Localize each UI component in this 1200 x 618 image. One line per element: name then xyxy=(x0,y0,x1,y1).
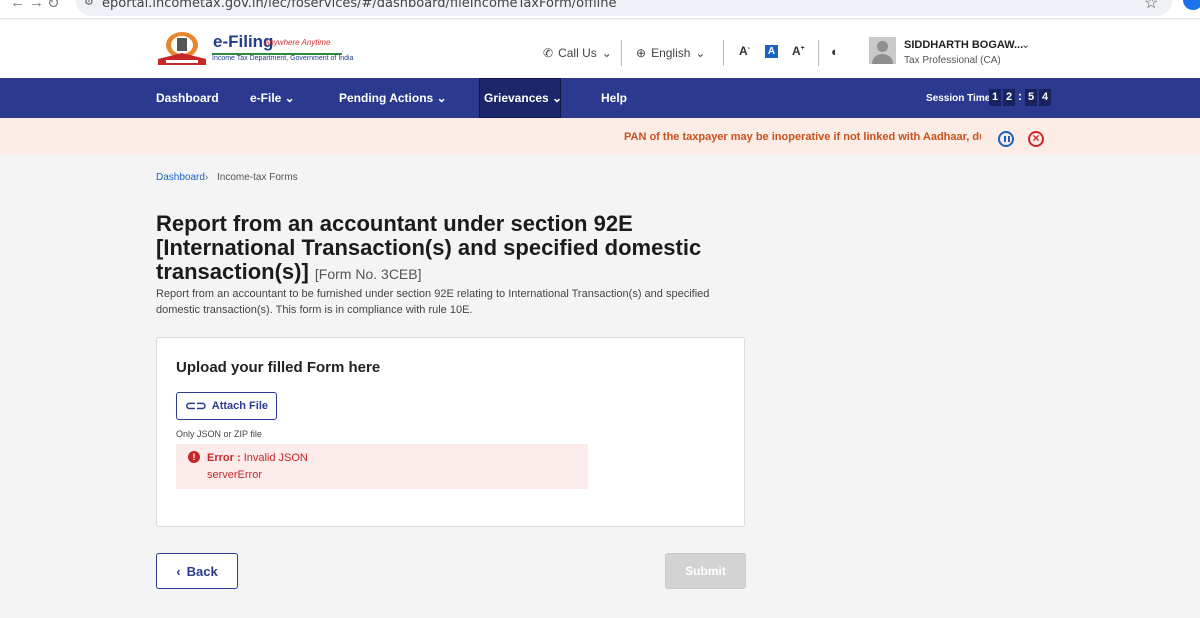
reload-icon[interactable]: ↻ xyxy=(47,0,60,12)
logo-subtitle: Income Tax Department, Government of Ind… xyxy=(212,55,354,62)
breadcrumb-current: Income-tax Forms xyxy=(217,172,298,183)
language-label: English xyxy=(651,46,691,60)
page-title-text: Report from an accountant under section … xyxy=(156,211,702,284)
paperclip-icon: ⊂⊃ xyxy=(184,398,207,413)
header-divider xyxy=(621,40,622,66)
user-role: Tax Professional (CA) xyxy=(904,55,1001,66)
url-text[interactable]: eportal.incometax.gov.in/iec/foservices/… xyxy=(102,0,617,11)
browser-toolbar: ← → ↻ ⚙ eportal.incometax.gov.in/iec/fos… xyxy=(0,0,1200,19)
call-us-button[interactable]: ✆ Call Us ⌄ xyxy=(543,46,612,60)
nav-pending-actions[interactable]: Pending Actions ⌄ xyxy=(339,91,447,105)
back-button[interactable]: ‹ Back xyxy=(156,553,238,589)
back-arrow-icon[interactable]: ← xyxy=(10,0,25,11)
page-title: Report from an accountant under section … xyxy=(156,212,756,286)
chevron-down-icon: ⌄ xyxy=(695,46,706,60)
header-divider xyxy=(818,40,819,66)
globe-icon: ⊕ xyxy=(636,46,647,60)
upload-title: Upload your filled Form here xyxy=(176,359,381,376)
nav-dashboard[interactable]: Dashboard xyxy=(156,91,219,105)
emblem-logo-icon[interactable] xyxy=(156,31,208,67)
submit-button[interactable]: Submit xyxy=(665,553,746,589)
close-icon[interactable]: × xyxy=(1028,131,1044,147)
header-divider xyxy=(723,40,724,66)
contrast-toggle-icon[interactable]: ◐ xyxy=(831,44,839,59)
chevron-right-icon: › xyxy=(205,172,209,183)
site-header: e-Filing Anywhere Anytime Income Tax Dep… xyxy=(0,20,1200,78)
avatar[interactable] xyxy=(869,37,896,64)
error-message: Error : Invalid JSON xyxy=(207,452,308,464)
nav-grievances[interactable]: Grievances ⌄ xyxy=(484,91,562,105)
browser-profile-icon[interactable] xyxy=(1183,0,1200,10)
font-decrease-button[interactable]: A- xyxy=(739,44,750,58)
nav-e-file[interactable]: e-File ⌄ xyxy=(250,91,295,105)
breadcrumb-dashboard[interactable]: Dashboard xyxy=(156,172,205,183)
nav-help[interactable]: Help xyxy=(601,91,627,105)
phone-icon: ✆ xyxy=(543,46,554,60)
notice-text[interactable]: PAN of the taxpayer may be inoperative i… xyxy=(624,131,981,143)
font-default-button[interactable]: A xyxy=(765,45,778,58)
language-selector[interactable]: ⊕ English ⌄ xyxy=(636,46,705,60)
pause-icon[interactable] xyxy=(998,131,1014,147)
attach-file-label: Attach File xyxy=(211,400,269,412)
notice-banner: PAN of the taxpayer may be inoperative i… xyxy=(0,118,1200,155)
call-us-label: Call Us xyxy=(558,46,597,60)
chevron-left-icon: ‹ xyxy=(176,563,181,579)
session-digit: 4 xyxy=(1039,89,1051,106)
user-menu-chevron-icon[interactable]: ⌄ xyxy=(1021,38,1030,51)
session-digit: 2 xyxy=(1003,89,1015,106)
session-time-label: Session Time xyxy=(926,93,991,104)
session-digit: 1 xyxy=(989,89,1001,106)
forward-arrow-icon[interactable]: → xyxy=(29,0,44,11)
error-icon: ! xyxy=(188,451,200,463)
error-detail: serverError xyxy=(207,469,263,481)
font-increase-button[interactable]: A+ xyxy=(792,44,805,58)
user-name[interactable]: SIDDHARTH BOGAW... xyxy=(904,39,1023,51)
error-message-box xyxy=(176,444,588,489)
session-digit: 5 xyxy=(1025,89,1037,106)
logo-tagline: Anywhere Anytime xyxy=(264,38,331,47)
chevron-down-icon: ⌄ xyxy=(601,46,612,60)
site-info-icon[interactable]: ⚙ xyxy=(84,0,94,8)
main-navbar: Dashboard e-File ⌄ Pending Actions ⌄ Gri… xyxy=(0,78,1200,118)
back-label: Back xyxy=(186,563,218,579)
session-separator: : xyxy=(1018,89,1022,103)
page-description: Report from an accountant to be furnishe… xyxy=(156,288,710,316)
bookmark-star-icon[interactable]: ☆ xyxy=(1144,0,1158,13)
file-type-hint: Only JSON or ZIP file xyxy=(176,429,262,439)
form-number: [Form No. 3CEB] xyxy=(314,266,422,282)
attach-file-button[interactable]: ⊂⊃ Attach File xyxy=(176,392,277,420)
